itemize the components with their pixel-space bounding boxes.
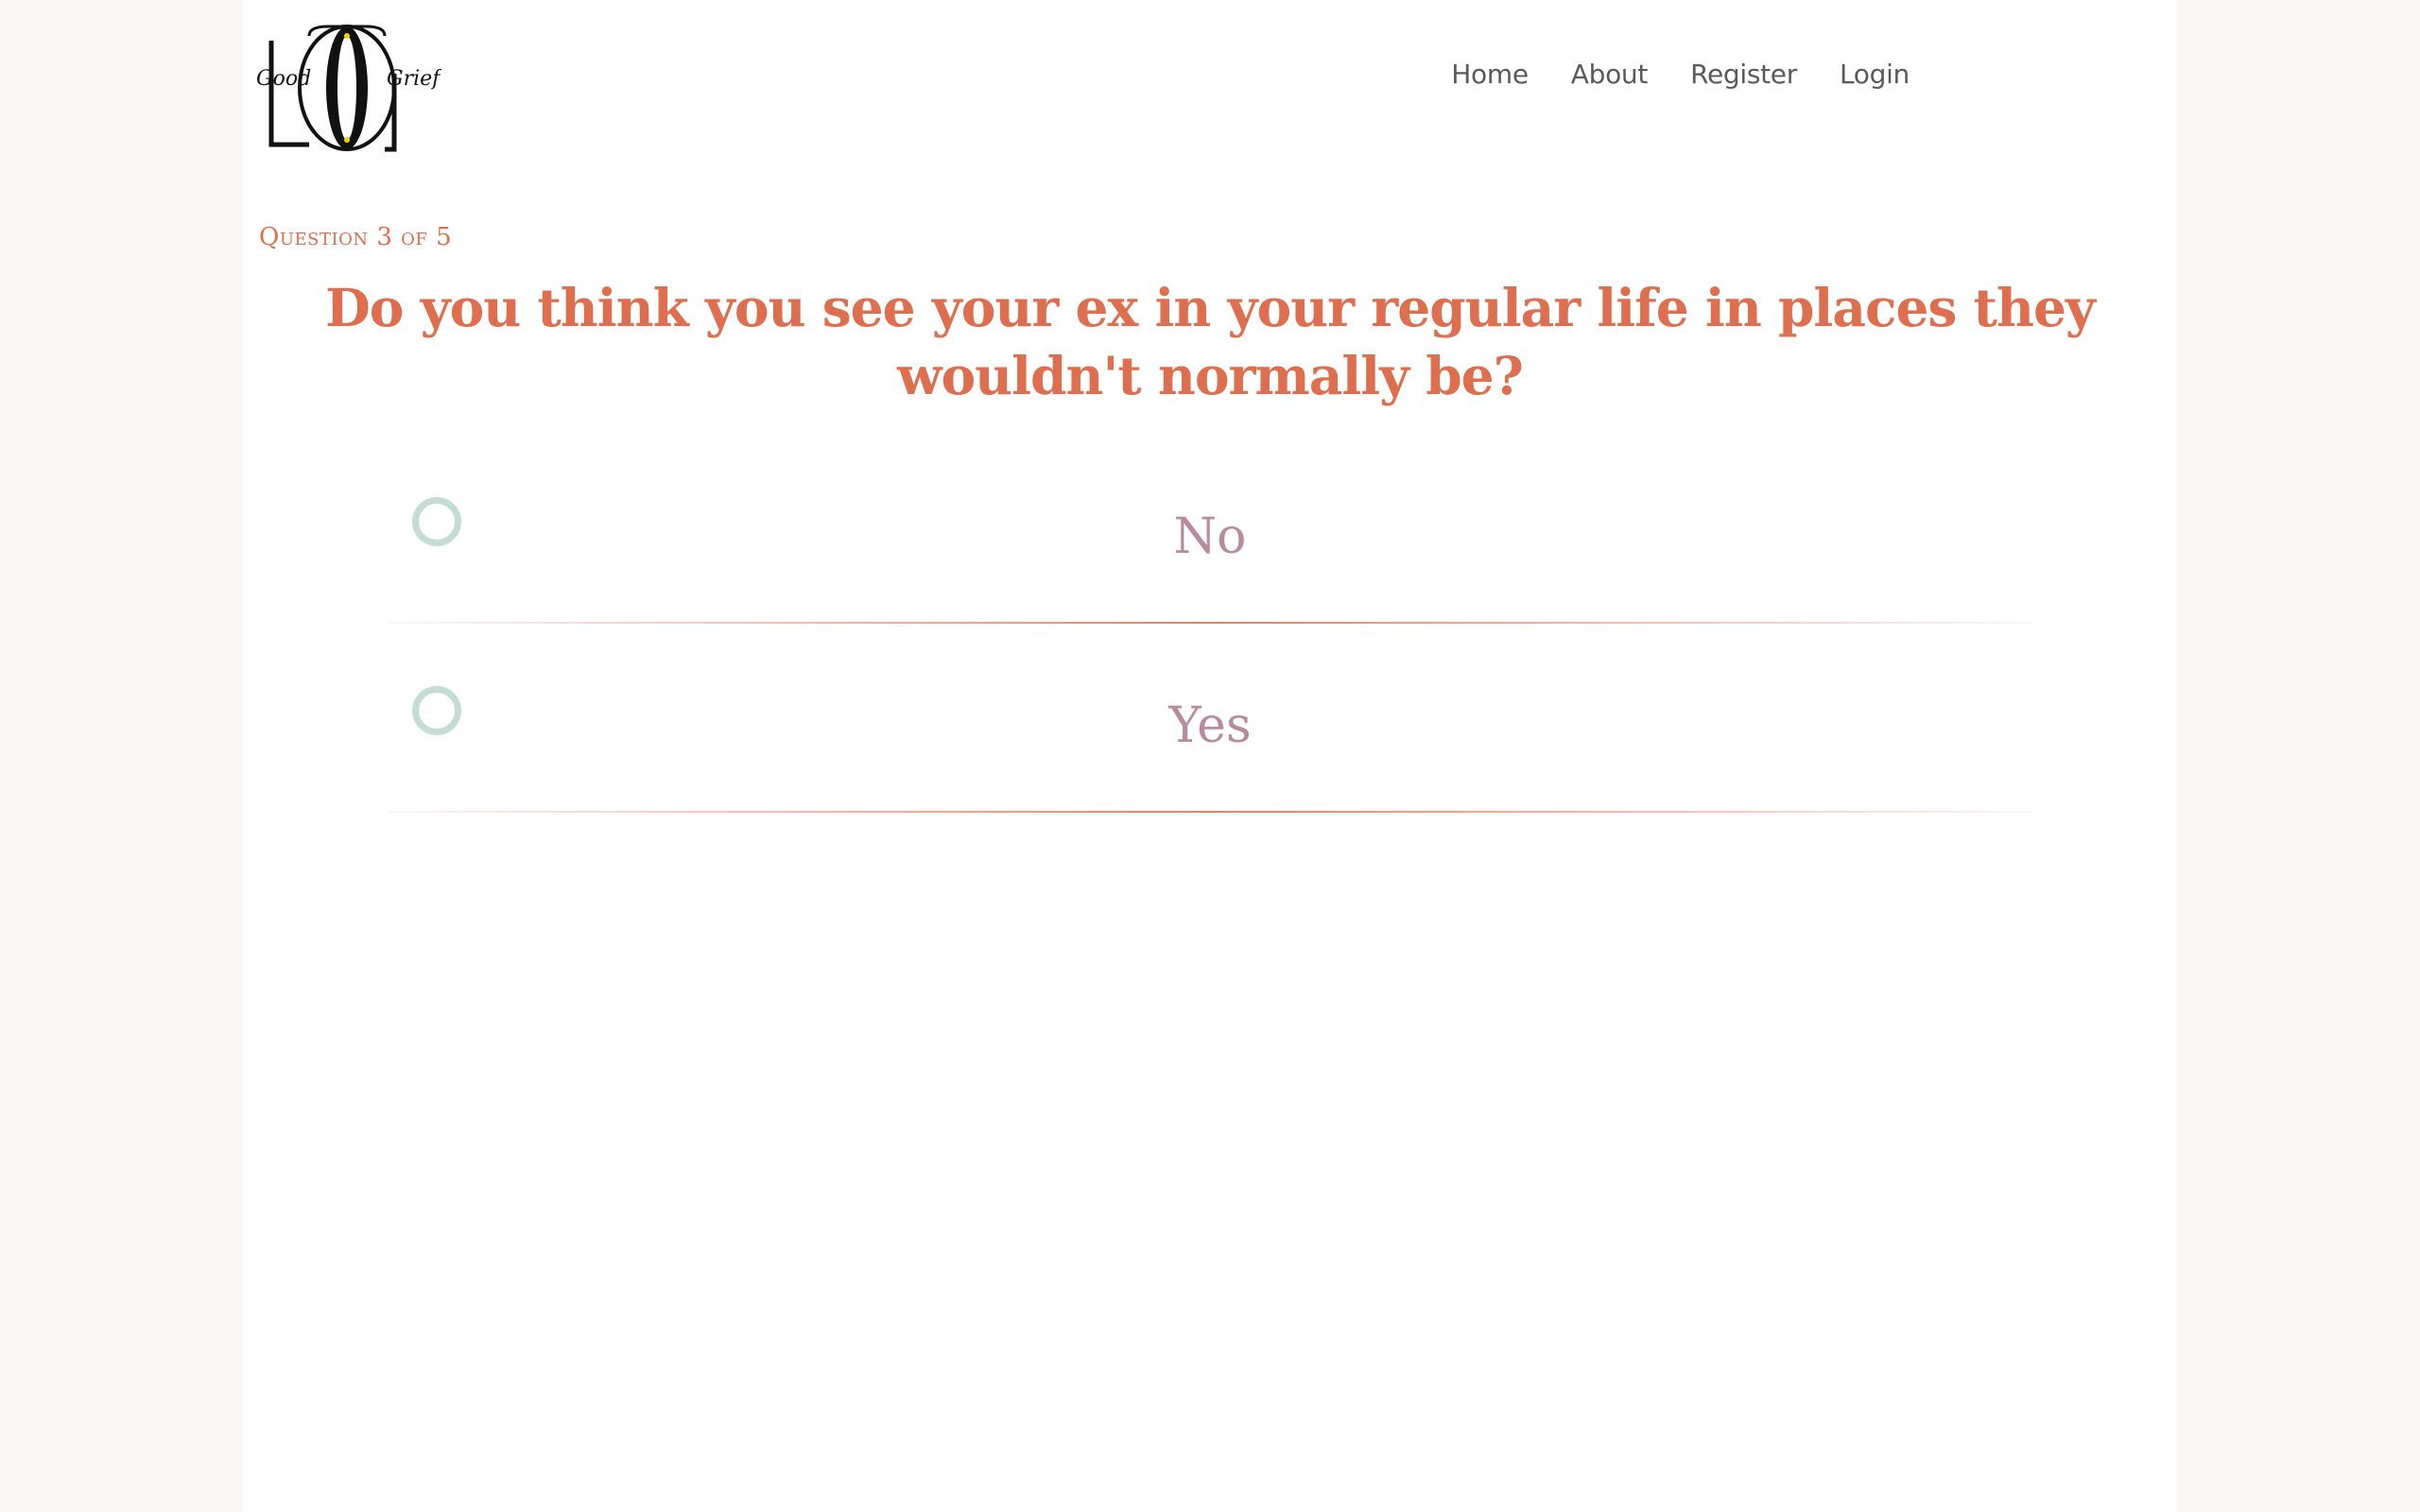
nav-home-link[interactable]: Home (1451, 59, 1529, 90)
main-container: Good Grief Home About Register Login Que… (243, 0, 2177, 1512)
svg-text:Good: Good (256, 67, 311, 91)
nav-login-link[interactable]: Login (1840, 59, 1910, 90)
logo-monogram-icon: Good Grief (256, 25, 441, 152)
svg-text:Grief: Grief (387, 67, 441, 91)
top-nav: Home About Register Login (1451, 59, 1910, 90)
answer-divider (388, 811, 2032, 813)
answer-option-yes[interactable]: Yes (388, 662, 2032, 813)
answer-divider (388, 622, 2032, 624)
question-text: Do you think you see your ex in your reg… (325, 277, 2096, 406)
answer-label: No (1173, 508, 1247, 565)
nav-register-link[interactable]: Register (1690, 59, 1797, 90)
nav-about-link[interactable]: About (1571, 59, 1649, 90)
answer-option-no[interactable]: No (388, 472, 2032, 624)
question-progress: Question 3 of 5 (259, 223, 453, 251)
answer-label: Yes (1168, 697, 1252, 754)
good-grief-logo[interactable]: Good Grief (252, 17, 441, 159)
